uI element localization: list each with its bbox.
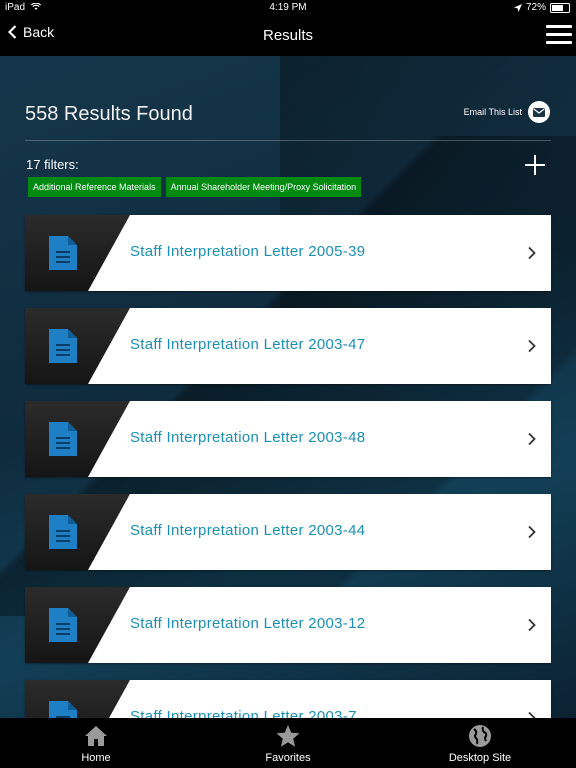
document-icon (49, 236, 77, 270)
result-icon-block (25, 494, 130, 570)
chevron-right-icon (528, 246, 536, 260)
result-title: Staff Interpretation Letter 2003-47 (130, 336, 366, 353)
tab-home[interactable]: Home (0, 718, 192, 768)
tab-bar: Home Favorites Desktop Site (0, 718, 576, 768)
page-title: Results (262, 27, 314, 44)
result-title: Staff Interpretation Letter 2005-39 (130, 243, 366, 260)
tab-favorites-label: Favorites (265, 752, 311, 764)
document-icon (49, 701, 77, 718)
result-title: Staff Interpretation Letter 2003-12 (130, 615, 366, 632)
email-list-label: Email This List (463, 107, 522, 117)
results-list: Staff Interpretation Letter 2005-39 Staf… (25, 215, 551, 718)
filter-tag[interactable]: Additional Reference Materials (28, 177, 161, 197)
result-title: Staff Interpretation Letter 2003-48 (130, 429, 366, 446)
result-item[interactable]: Staff Interpretation Letter 2003-47 (25, 308, 551, 384)
filter-tags: Additional Reference Materials Annual Sh… (28, 177, 362, 197)
result-item[interactable]: Staff Interpretation Letter 2005-39 (25, 215, 551, 291)
battery-percent: 72% (525, 2, 546, 13)
result-item[interactable]: Staff Interpretation Letter 2003-12 (25, 587, 551, 663)
result-title: Staff Interpretation Letter 2003-44 (130, 522, 366, 539)
divider (25, 140, 551, 141)
result-item[interactable]: Staff Interpretation Letter 2003-7 (25, 680, 551, 718)
filters-label: 17 filters: (26, 157, 79, 172)
tab-favorites[interactable]: Favorites (192, 718, 384, 768)
battery-icon (550, 2, 570, 13)
chevron-right-icon (528, 711, 536, 718)
location-arrow-icon (513, 3, 522, 12)
email-list-button[interactable]: Email This List (464, 101, 550, 123)
results-content[interactable]: 558 Results Found Email This List 17 fil… (0, 56, 576, 718)
result-icon-block (25, 215, 130, 291)
home-icon (85, 726, 107, 746)
document-icon (49, 329, 77, 363)
chevron-right-icon (528, 525, 536, 539)
result-icon-block (25, 401, 130, 477)
tab-desktop-site[interactable]: Desktop Site (384, 718, 576, 768)
tab-desktop-label: Desktop Site (448, 752, 512, 764)
add-filter-icon[interactable] (525, 155, 545, 175)
chevron-right-icon (528, 618, 536, 632)
result-title: Staff Interpretation Letter 2003-7 (130, 708, 357, 718)
nav-bar: Back Results (0, 16, 576, 56)
email-icon (528, 101, 550, 123)
result-icon-block (25, 680, 130, 718)
status-bar: iPad 4:19 PM 72% (0, 0, 576, 16)
result-item[interactable]: Staff Interpretation Letter 2003-44 (25, 494, 551, 570)
chevron-right-icon (528, 339, 536, 353)
result-icon-block (25, 587, 130, 663)
document-icon (49, 608, 77, 642)
chevron-right-icon (528, 432, 536, 446)
tab-home-label: Home (81, 752, 111, 764)
result-item[interactable]: Staff Interpretation Letter 2003-48 (25, 401, 551, 477)
document-icon (49, 422, 77, 456)
results-count: 558 Results Found (25, 103, 193, 125)
document-icon (49, 515, 77, 549)
hamburger-menu-icon[interactable] (546, 24, 572, 46)
globe-icon (469, 725, 491, 747)
result-icon-block (25, 308, 130, 384)
filter-tag[interactable]: Annual Shareholder Meeting/Proxy Solicit… (165, 177, 362, 197)
status-time: 4:19 PM (269, 2, 307, 13)
status-right: 72% (513, 2, 570, 13)
star-icon (276, 725, 300, 747)
